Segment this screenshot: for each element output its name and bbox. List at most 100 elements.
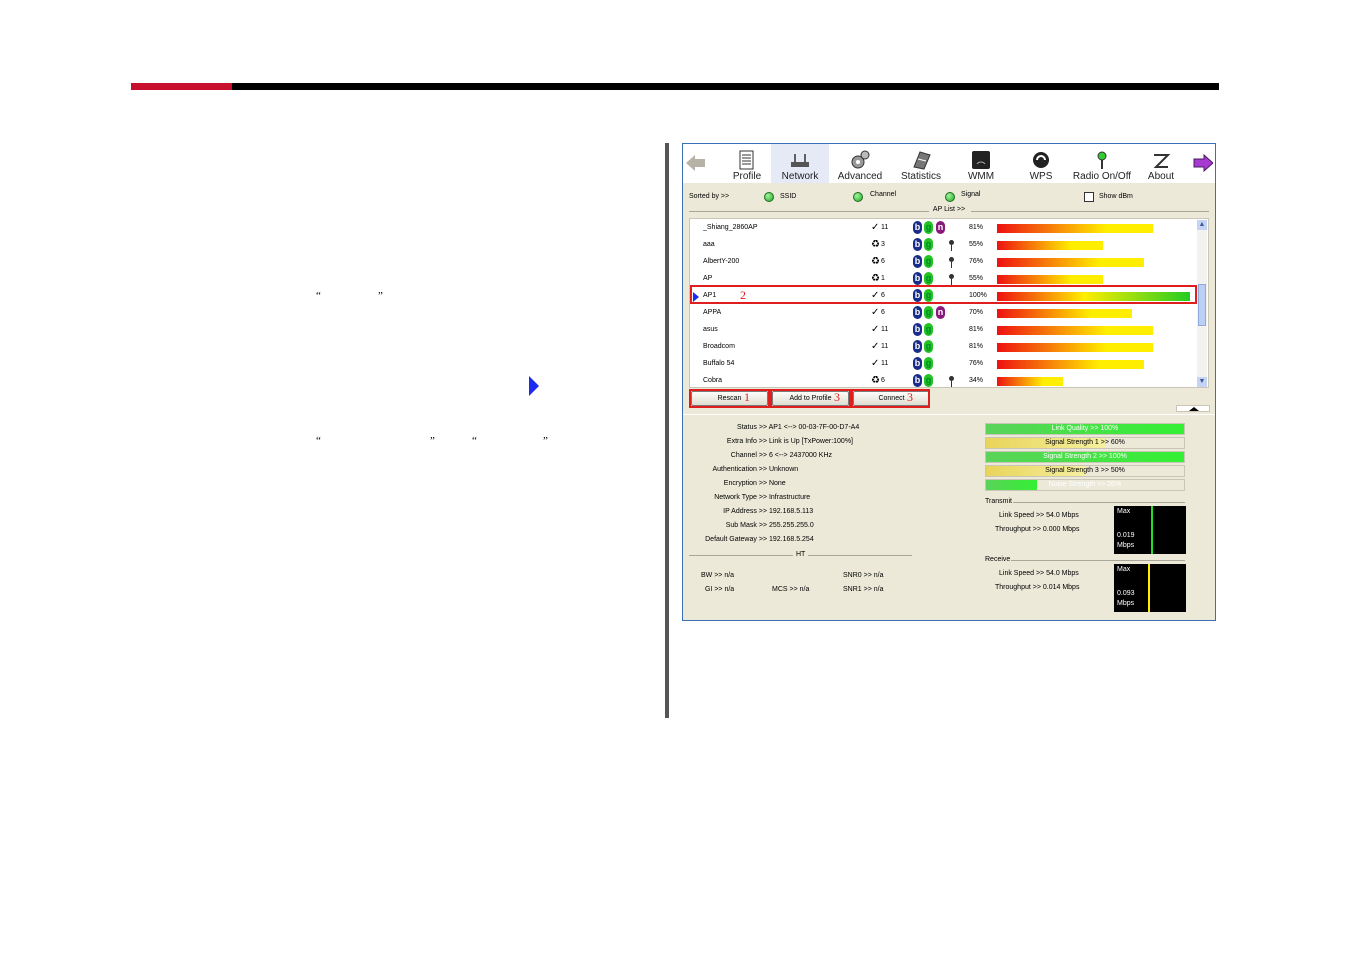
status-key: IP Address >> [723, 508, 767, 515]
about-icon [1153, 154, 1171, 168]
tx-throughput: Throughput >> 0.000 Mbps [995, 526, 1080, 533]
sort-ssid-radio[interactable] [764, 192, 774, 202]
ap-row[interactable]: APPA ✓ 6 b g n 70% [690, 305, 1198, 322]
toolbar-network-label: Network [781, 171, 819, 182]
ap-signal-pct: 81% [969, 326, 984, 333]
status-key: Authentication >> [712, 466, 768, 473]
ap-signal-pct: 70% [969, 309, 984, 316]
ht-mcs: MCS >> n/a [772, 586, 810, 593]
rx-graph-max: Max [1117, 566, 1131, 573]
sort-signal-radio[interactable] [945, 192, 955, 202]
sort-channel-radio[interactable] [853, 192, 863, 202]
ap-signal-pct: 76% [969, 360, 984, 367]
advanced-icon [851, 150, 870, 169]
ap-signal-bar [997, 377, 1063, 386]
ap-signal-bar [997, 326, 1153, 335]
ap-row[interactable]: Cobra ♻ 6 b g 34% [690, 373, 1198, 387]
wmm-icon [972, 151, 990, 169]
scroll-down-icon[interactable]: ▼ [1197, 377, 1207, 387]
meter-bar: Signal Strength 2 >> 100% [985, 451, 1185, 463]
scroll-up-icon[interactable]: ▲ [1197, 220, 1207, 230]
sort-bar: Sorted by >> SSID Channel Signal Show dB… [689, 191, 1209, 204]
rescan-annotation-box [689, 389, 770, 408]
lock-icon [949, 274, 954, 285]
blue-arrow-icon [529, 376, 539, 396]
status-value: 255.255.255.0 [768, 522, 814, 529]
receive-title: Receive [985, 556, 1011, 563]
toolbar-advanced[interactable]: Advanced [835, 144, 885, 183]
show-dbm-checkbox[interactable] [1084, 192, 1094, 202]
header-bar-red [131, 83, 232, 90]
ap-signal-pct: 81% [969, 343, 984, 350]
mode-b-badge: b [913, 340, 922, 353]
toolbar-radio-onoff[interactable]: Radio On/Off [1071, 144, 1133, 183]
show-dbm-label: Show dBm [1099, 193, 1133, 200]
toolbar: Profile Network Advanced Statistics WMM … [683, 144, 1215, 183]
divider [1011, 560, 1185, 561]
vertical-divider [665, 143, 669, 718]
divider [971, 211, 1209, 212]
ap-signal-pct: 34% [969, 377, 984, 384]
ap-channel: 6 [881, 258, 885, 265]
wifi-icon: ✓ [871, 324, 880, 335]
status-key: Network Type >> [714, 494, 767, 501]
tx-graph-line [1151, 506, 1153, 554]
status-line: Sub Mask >> 255.255.255.0 [683, 522, 814, 529]
meter-bar: Signal Strength 3 >> 50% [985, 465, 1185, 477]
mode-b-badge: b [913, 272, 922, 285]
mode-g-badge: g [924, 340, 933, 353]
wifi-icon: ✓ [871, 341, 880, 352]
status-line: Status >> AP1 <--> 00-03-7F-00-D7-A4 [683, 424, 859, 431]
status-line: IP Address >> 192.168.5.113 [683, 508, 813, 515]
wifi-icon: ✓ [871, 358, 880, 369]
forward-arrow-icon[interactable] [1193, 154, 1213, 172]
toolbar-about-label: About [1147, 171, 1175, 182]
toolbar-wmm[interactable]: WMM [963, 144, 999, 183]
ap-row[interactable]: asus ✓ 11 b g 81% [690, 322, 1198, 339]
ap-ssid: APPA [703, 309, 722, 316]
ap-row[interactable]: _Shiang_2860AP ✓ 11 b g n 81% [690, 220, 1198, 237]
toolbar-network[interactable]: Network [771, 144, 829, 183]
ap-list-scrollbar[interactable]: ▲ ▼ [1197, 220, 1207, 387]
scroll-thumb[interactable] [1198, 284, 1206, 326]
meter-label: Signal Strength 2 >> 100% [1043, 453, 1127, 460]
annotation-3: 3 [834, 390, 840, 404]
status-value: 6 <--> 2437000 KHz [768, 452, 832, 459]
annotation-3: 3 [907, 390, 913, 404]
status-key: Extra Info >> [726, 438, 767, 445]
ap-row[interactable]: Broadcom ✓ 11 b g 81% [690, 339, 1198, 356]
status-key: Default Gateway >> [705, 536, 767, 543]
status-line: Channel >> 6 <--> 2437000 KHz [683, 452, 832, 459]
ap-channel: 11 [881, 343, 889, 350]
ht-gi: GI >> n/a [705, 586, 735, 593]
ap-channel: 11 [881, 326, 889, 333]
ap-signal-pct: 76% [969, 258, 984, 265]
toolbar-statistics[interactable]: Statistics [896, 144, 946, 183]
ap-channel: 11 [881, 224, 889, 231]
wifi-locked-icon: ♻ [871, 273, 880, 284]
status-key: Sub Mask >> [725, 522, 767, 529]
ht-bw: BW >> n/a [701, 572, 735, 579]
mode-b-badge: b [913, 255, 922, 268]
status-key: Status >> [737, 424, 767, 431]
open-quote: “ [316, 435, 321, 447]
mode-g-badge: g [924, 255, 933, 268]
annotation-1: 1 [744, 390, 750, 404]
close-quote: ” [543, 435, 548, 447]
wifi-icon: ✓ [871, 307, 880, 318]
status-value: 192.168.5.254 [768, 536, 814, 543]
toolbar-wps[interactable]: WPS [1023, 144, 1059, 183]
mode-g-badge: g [924, 357, 933, 370]
mode-b-badge: b [913, 238, 922, 251]
toolbar-about[interactable]: About [1141, 144, 1181, 183]
ap-row[interactable]: aaa ♻ 3 b g 55% [690, 237, 1198, 254]
open-quote: “ [472, 435, 477, 447]
toolbar-profile[interactable]: Profile [725, 144, 769, 183]
lock-icon [949, 376, 954, 387]
ap-row[interactable]: AlbertY-200 ♻ 6 b g 76% [690, 254, 1198, 271]
rx-graph-value: 0.093 [1117, 590, 1135, 597]
mode-b-badge: b [913, 357, 922, 370]
collapse-icon[interactable] [1176, 405, 1210, 412]
ap-row[interactable]: Buffalo 54 ✓ 11 b g 76% [690, 356, 1198, 373]
back-arrow-icon[interactable] [686, 154, 706, 172]
